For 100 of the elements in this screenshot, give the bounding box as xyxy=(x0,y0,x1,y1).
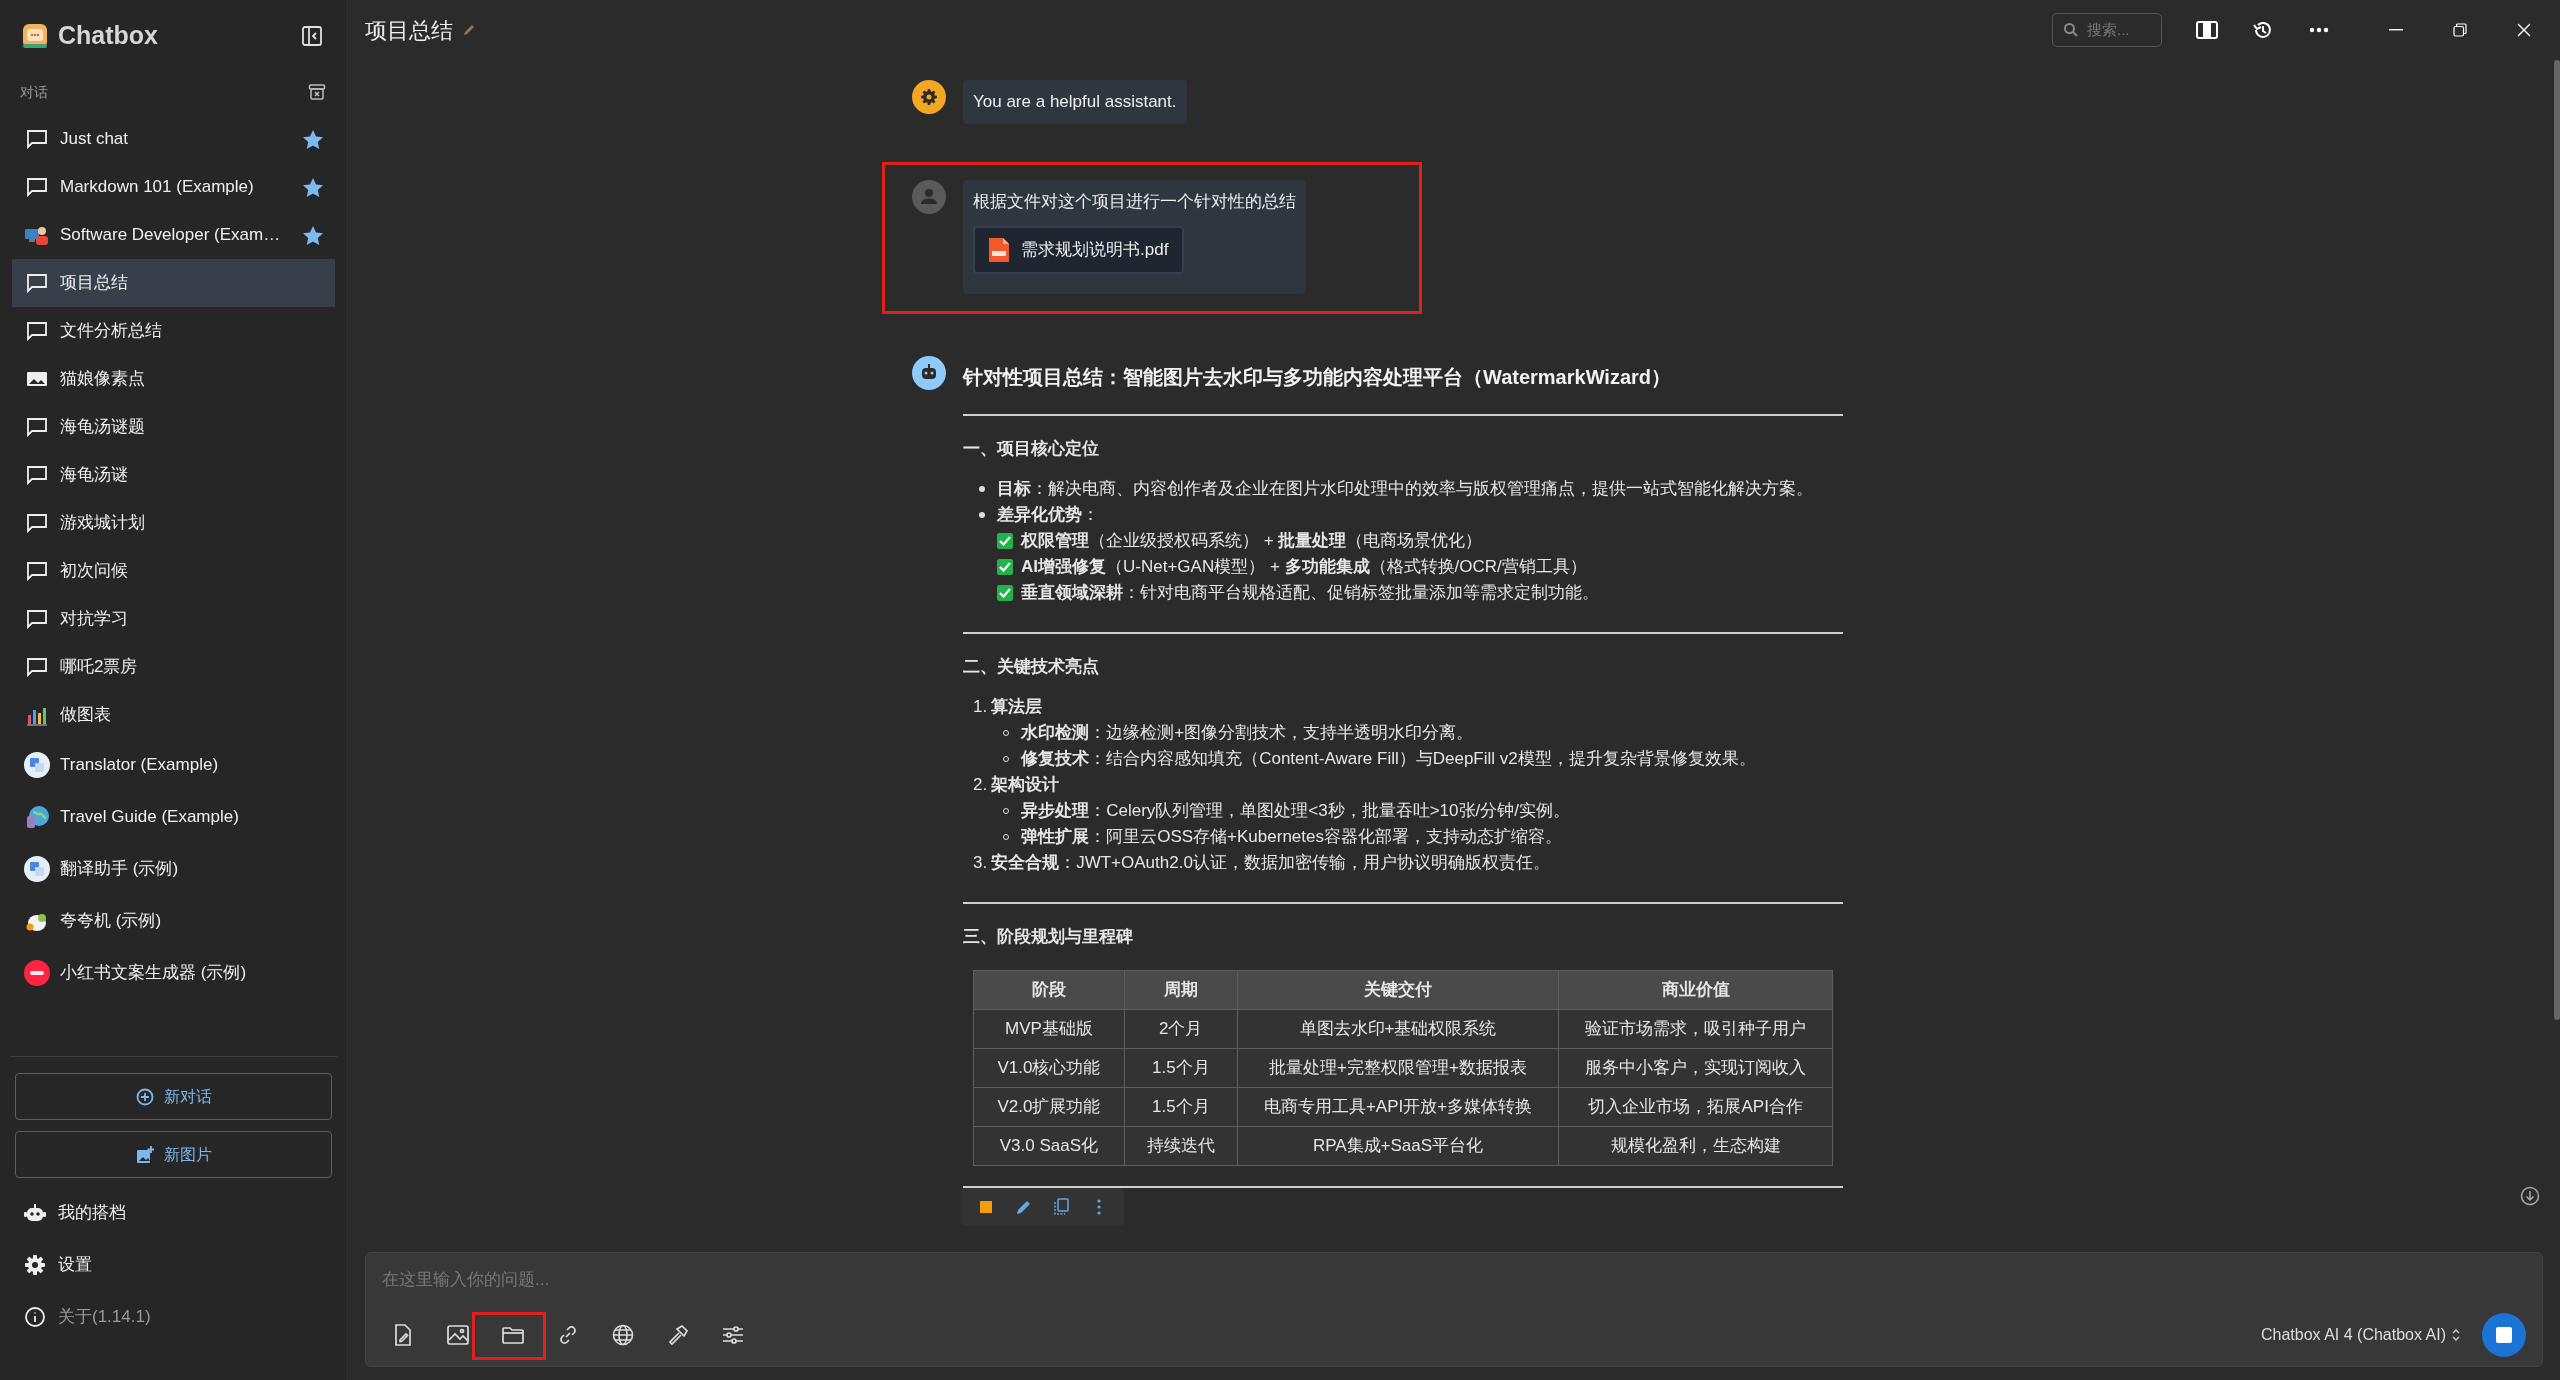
table-cell: V2.0扩展功能 xyxy=(973,1087,1125,1127)
conversation-item[interactable]: 翻译助手 (示例) xyxy=(12,843,335,895)
pencil-icon xyxy=(1014,1198,1033,1216)
table-cell: 批量处理+完整权限管理+数据报表 xyxy=(1237,1048,1559,1088)
close-icon xyxy=(2517,23,2531,37)
list-item-text: 差异化优势： xyxy=(997,504,1100,526)
table-cell: MVP基础版 xyxy=(973,1009,1125,1049)
star-icon[interactable] xyxy=(303,225,323,245)
copy-icon xyxy=(1053,1198,1070,1216)
file-icon xyxy=(393,1324,413,1346)
table-cell: V1.0核心功能 xyxy=(973,1048,1125,1088)
circle-avatar-icon xyxy=(24,960,50,986)
sidebar-toggle-icon xyxy=(301,25,323,47)
two-pane-icon xyxy=(2196,21,2218,39)
model-selector[interactable]: Chatbox AI 4 (Chatbox AI) xyxy=(2261,1323,2460,1347)
list-item-text: 水印检测：边缘检测+图像分割技术，支持半透明水印分离。 xyxy=(1021,722,1474,744)
conversation-item[interactable]: 初次问候 xyxy=(12,547,335,595)
robot-icon xyxy=(24,1203,46,1223)
file-attachment[interactable]: 需求规划说明书.pdf xyxy=(973,226,1185,274)
conversation-item[interactable]: Translator (Example) xyxy=(12,739,335,791)
table-cell: 切入企业市场，拓展API合作 xyxy=(1558,1087,1833,1127)
conversation-item[interactable]: 游戏城计划 xyxy=(12,499,335,547)
list-item-text: 权限管理（企业级授权码系统） + 批量处理（电商场景优化） xyxy=(1021,530,1483,552)
table-cell: RPA集成+SaaS平台化 xyxy=(1237,1126,1559,1166)
section-label: 对话 xyxy=(20,82,48,102)
table-cell: 验证市场需求，吸引种子用户 xyxy=(1558,1009,1833,1049)
star-icon[interactable] xyxy=(303,129,323,149)
table-cell: 2个月 xyxy=(1124,1009,1238,1049)
list-item-text: 异步处理：Celery队列管理，单图处理<3秒，批量吞吐>10张/分钟/实例。 xyxy=(1021,800,1570,822)
list-item-text: AI增强修复（U-Net+GAN模型） + 多功能集成（格式转换/OCR/营销工具） xyxy=(1021,556,1587,578)
assistant-avatar-icon xyxy=(912,356,946,390)
pdf-file-icon xyxy=(989,238,1009,262)
star-icon[interactable] xyxy=(303,177,323,197)
settings-sliders-icon xyxy=(722,1325,744,1345)
system-avatar-icon xyxy=(912,80,946,114)
search-input[interactable]: 搜索... xyxy=(2087,18,2147,42)
list-item-text: 目标：解决电商、内容创作者及企业在图片水印处理中的效率与版权管理痛点，提供一站式智能化解决方案。 xyxy=(997,478,1813,500)
history-icon xyxy=(2252,19,2274,41)
table-cell: 服务中小客户，实现订阅收入 xyxy=(1558,1048,1833,1088)
conversation-item[interactable]: Software Developer (Exam… xyxy=(12,211,335,259)
list-number: 1. xyxy=(973,696,988,718)
sidebar-link[interactable]: 设置 xyxy=(0,1239,347,1291)
conversation-item[interactable]: Markdown 101 (Example) xyxy=(12,163,335,211)
info-icon xyxy=(24,1306,46,1328)
column-header: 周期 xyxy=(1124,970,1238,1010)
column-header: 商业价值 xyxy=(1558,970,1833,1010)
stop-generating-button[interactable] xyxy=(2482,1313,2526,1357)
conversation-item[interactable]: 对抗学习 xyxy=(12,595,335,643)
conversation-item[interactable]: 小红书文案生成器 (示例) xyxy=(12,947,335,999)
sidebar-button[interactable]: 新对话 xyxy=(15,1073,332,1120)
globe-avatar-icon xyxy=(24,804,50,830)
arrow-down-icon xyxy=(2520,1186,2540,1206)
message-input[interactable]: 在这里输入你的问题... xyxy=(382,1263,2526,1297)
list-item-text: 弹性扩展：阿里云OSS存储+Kubernetes容器化部署，支持动态扩缩容。 xyxy=(1021,826,1562,848)
conversation-item[interactable]: 做图表 xyxy=(12,691,335,739)
archive-button[interactable] xyxy=(307,82,327,102)
conversation-item[interactable]: Just chat xyxy=(12,115,335,163)
list-item-text: 架构设计 xyxy=(991,774,1061,796)
answer-title: 针对性项目总结：智能图片去水印与多功能内容处理平台（WatermarkWizard） xyxy=(963,365,1673,390)
edit-icon[interactable] xyxy=(461,22,477,38)
conversation-title: 项目总结 xyxy=(365,16,453,45)
table-cell: 单图去水印+基础权限系统 xyxy=(1237,1009,1559,1049)
conversation-item[interactable]: 海龟汤谜题 xyxy=(12,403,335,451)
conversation-item[interactable]: Travel Guide (Example) xyxy=(12,791,335,843)
column-header: 关键交付 xyxy=(1237,970,1559,1010)
sidebar-link[interactable]: 关于(1.14.1) xyxy=(0,1291,347,1343)
conversation-item[interactable]: 夸夸机 (示例) xyxy=(12,895,335,947)
scrollbar-thumb[interactable] xyxy=(2554,60,2560,1020)
sidebar-link[interactable]: 我的搭档 xyxy=(0,1187,347,1239)
conversation-item[interactable]: 猫娘像素点 xyxy=(12,355,335,403)
square-icon xyxy=(979,1201,992,1213)
list-item-text: 修复技术：结合内容感知填充（Content-Aware Fill）与DeepFill v2模型，提升复杂背景修复效果。 xyxy=(1021,748,1756,770)
conversation-item[interactable]: 项目总结 xyxy=(12,259,335,307)
list-item-text: 垂直领域深耕：针对电商平台规格适配、促销标签批量添加等需求定制功能。 xyxy=(1021,582,1599,604)
conversation-item[interactable]: 文件分析总结 xyxy=(12,307,335,355)
user-avatar-icon xyxy=(912,180,946,214)
table-cell: 规模化盈利，生态构建 xyxy=(1558,1126,1833,1166)
search-field[interactable]: 搜索... xyxy=(2052,13,2162,47)
section-heading: 三、阶段规划与里程碑 xyxy=(963,926,1134,948)
sidebar-button[interactable]: 新图片 xyxy=(15,1131,332,1178)
collapse-sidebar-button[interactable] xyxy=(299,23,325,49)
scroll-down-button[interactable] xyxy=(2518,1184,2542,1208)
square-icon xyxy=(2496,1327,2512,1343)
message-text: You are a helpful assistant. xyxy=(973,91,1177,113)
list-number: 2. xyxy=(973,774,988,796)
translate-avatar-icon xyxy=(24,752,50,778)
table-cell: 持续迭代 xyxy=(1124,1126,1238,1166)
hammer-icon xyxy=(667,1324,689,1346)
list-item-text: 算法层 xyxy=(991,696,1044,718)
conversation-item[interactable]: 哪吒2票房 xyxy=(12,643,335,691)
message-composer[interactable]: 在这里输入你的问题... Chatbox AI 4 (Chatbox AI) xyxy=(365,1252,2543,1367)
app-logo-icon xyxy=(22,23,48,49)
column-header: 阶段 xyxy=(973,970,1125,1010)
minimize-icon xyxy=(2389,29,2403,31)
table-cell: 电商专用工具+API开放+多媒体转换 xyxy=(1237,1087,1559,1127)
globe-icon xyxy=(612,1324,634,1346)
conversation-item[interactable]: 海龟汤谜 xyxy=(12,451,335,499)
folder-icon xyxy=(502,1326,524,1344)
plus-circle-icon xyxy=(135,1087,154,1106)
table-cell: V3.0 SaaS化 xyxy=(973,1126,1125,1166)
